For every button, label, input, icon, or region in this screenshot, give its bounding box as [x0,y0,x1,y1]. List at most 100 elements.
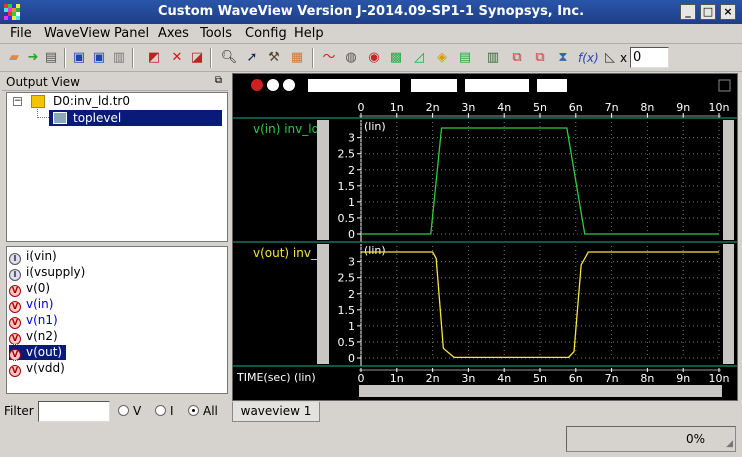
layout-tools-icon[interactable] [465,79,529,92]
load-icon[interactable]: ▥ [110,49,128,67]
signal-item[interactable]: Ii(vsupply) [9,265,89,281]
panel-config-icon[interactable] [537,79,567,92]
top-x-tick-label: 4n [497,101,511,114]
output-view-header: Output View ⧉ [2,73,228,91]
bottom-x-tick-label: 4n [497,372,511,385]
minimize-button[interactable]: _ [680,4,696,20]
top-x-tick-label: 1n [390,101,404,114]
menu-axes[interactable]: Axes [158,26,189,41]
signal-item[interactable]: Vv(n1) [9,313,62,329]
signal-label: v(vdd) [26,361,65,375]
panel-signal-name[interactable]: v(in) inv_ld [253,122,319,136]
delete-icon[interactable]: ✕ [168,49,186,67]
top-x-tick-label: 6n [569,101,583,114]
grid-icon[interactable]: ▩ [387,49,405,67]
panel-signal-name[interactable]: v(out) inv_ [253,246,318,260]
bottom-x-tick-label: 10n [709,372,730,385]
signal-item[interactable]: Vv(in) [9,297,57,313]
y-scale-label: (lin) [364,120,386,133]
menu-help[interactable]: Help [294,26,324,41]
signal-item[interactable]: Vv(0) [9,281,54,297]
signal-item[interactable]: Vv(vdd) [9,361,69,377]
filter-radio-i[interactable]: I [155,404,174,418]
measure-tool-icon[interactable]: ⚒ [265,49,283,67]
marker-icon[interactable]: ◉ [365,49,383,67]
undock-icon[interactable]: ⧉ [215,75,222,86]
list-icon[interactable]: ▤ [456,49,474,67]
radio-icon [118,405,129,416]
open-folder-icon[interactable]: ▰ [5,49,23,67]
status-bar: 0% ◢ [566,426,736,452]
zoom-out-icon[interactable] [267,79,279,91]
save-as-icon[interactable]: ▣ [90,49,108,67]
signal-item[interactable]: Vv(n2) [9,329,62,345]
y-tick-label: 1.5 [338,180,356,193]
save-icon[interactable]: ▣ [70,49,88,67]
signal-label: i(vsupply) [26,265,86,279]
cursor-tools-icon[interactable] [308,79,400,92]
globe-icon[interactable]: ◍ [342,49,360,67]
panel-scrollbar[interactable] [317,120,329,240]
stack-icon[interactable]: ◈ [433,49,451,67]
design-tree: − D0:inv_ld.tr0 toplevel [6,92,228,242]
bottom-x-tick-label: 6n [569,372,583,385]
y-tick-label: 2.5 [338,272,356,285]
export-icon[interactable]: ⧗ [554,49,572,67]
ruler-icon[interactable]: ◺ [601,49,619,67]
navigate-tools-icon[interactable] [411,79,457,92]
y-tick-label: 3 [348,256,355,269]
menu-panel[interactable]: Panel [114,26,149,41]
tree-child-label: toplevel [73,111,122,125]
y-tick-label: 0 [348,228,355,241]
bottom-x-tick-label: 8n [640,372,654,385]
paste-panel-icon[interactable]: ⧉ [531,49,549,67]
zoom-in-icon[interactable] [251,79,263,91]
top-x-tick-label: 9n [676,101,690,114]
pointer-icon[interactable]: ➚ [243,49,261,67]
signal-item[interactable]: Ii(vin) [9,249,61,265]
waveform-icon[interactable]: 〜 [320,49,338,67]
top-x-tick-label: 10n [709,101,730,114]
menu-waveview[interactable]: WaveView [44,26,111,41]
calculator-icon[interactable]: ▦ [288,49,306,67]
import-arrow-icon[interactable]: ➜ [24,49,42,67]
print-icon[interactable]: ▤ [42,49,60,67]
menu-file[interactable]: File [10,26,32,41]
vertical-scrollbar[interactable] [723,120,734,240]
signal-item[interactable]: Vv(out) [7,344,68,361]
maximize-button[interactable]: □ [700,4,716,20]
panel-scrollbar[interactable] [317,244,329,364]
function-icon[interactable]: f(x) [578,49,599,67]
progress-text: 0% [685,432,705,446]
close-button[interactable]: × [720,4,736,20]
y-scale-label: (lin) [364,244,386,257]
signal-label: v(n1) [26,313,58,327]
filter-input[interactable] [38,401,110,422]
copy-panel-icon[interactable]: ⧉ [508,49,526,67]
tree-root-label[interactable]: D0:inv_ld.tr0 [53,94,130,108]
vertical-scrollbar[interactable] [723,244,734,364]
tree-item-toplevel[interactable]: toplevel [49,110,222,126]
horizontal-scrollbar[interactable] [359,385,722,397]
filter-radio-v[interactable]: V [118,404,141,418]
resize-grip-icon[interactable]: ◢ [726,439,733,449]
x-value-input[interactable]: 0 [630,47,669,68]
tab-waveview-1[interactable]: waveview 1 [232,402,320,422]
y-tick-label: 2 [348,288,355,301]
y-tick-label: 0.5 [338,336,356,349]
bar-chart-icon[interactable]: ▥ [484,49,502,67]
tree-collapse-icon[interactable]: − [13,97,22,106]
wave-panel-icon[interactable]: ◩ [145,49,163,67]
filter-radio-all[interactable]: All [188,404,218,418]
bottom-x-tick-label: 5n [533,372,547,385]
ramp-icon[interactable]: ◿ [410,49,428,67]
top-x-tick-label: 3n [461,101,475,114]
current-signal-icon: I [9,269,21,281]
zoom-icon[interactable]: 🔍︎ [220,49,238,67]
clear-icon[interactable]: ◪ [188,49,206,67]
waveform-canvas[interactable]: 0 1n 2n 3n 4n 5n 6n 7n 8n 9n 10n v(in) inv_ld 0 0.5 1 1… [233,74,737,400]
signal-label: v(out) [26,345,63,359]
zoom-fit-icon[interactable] [283,79,295,91]
menu-config[interactable]: Config [245,26,287,41]
menu-tools[interactable]: Tools [200,26,232,41]
